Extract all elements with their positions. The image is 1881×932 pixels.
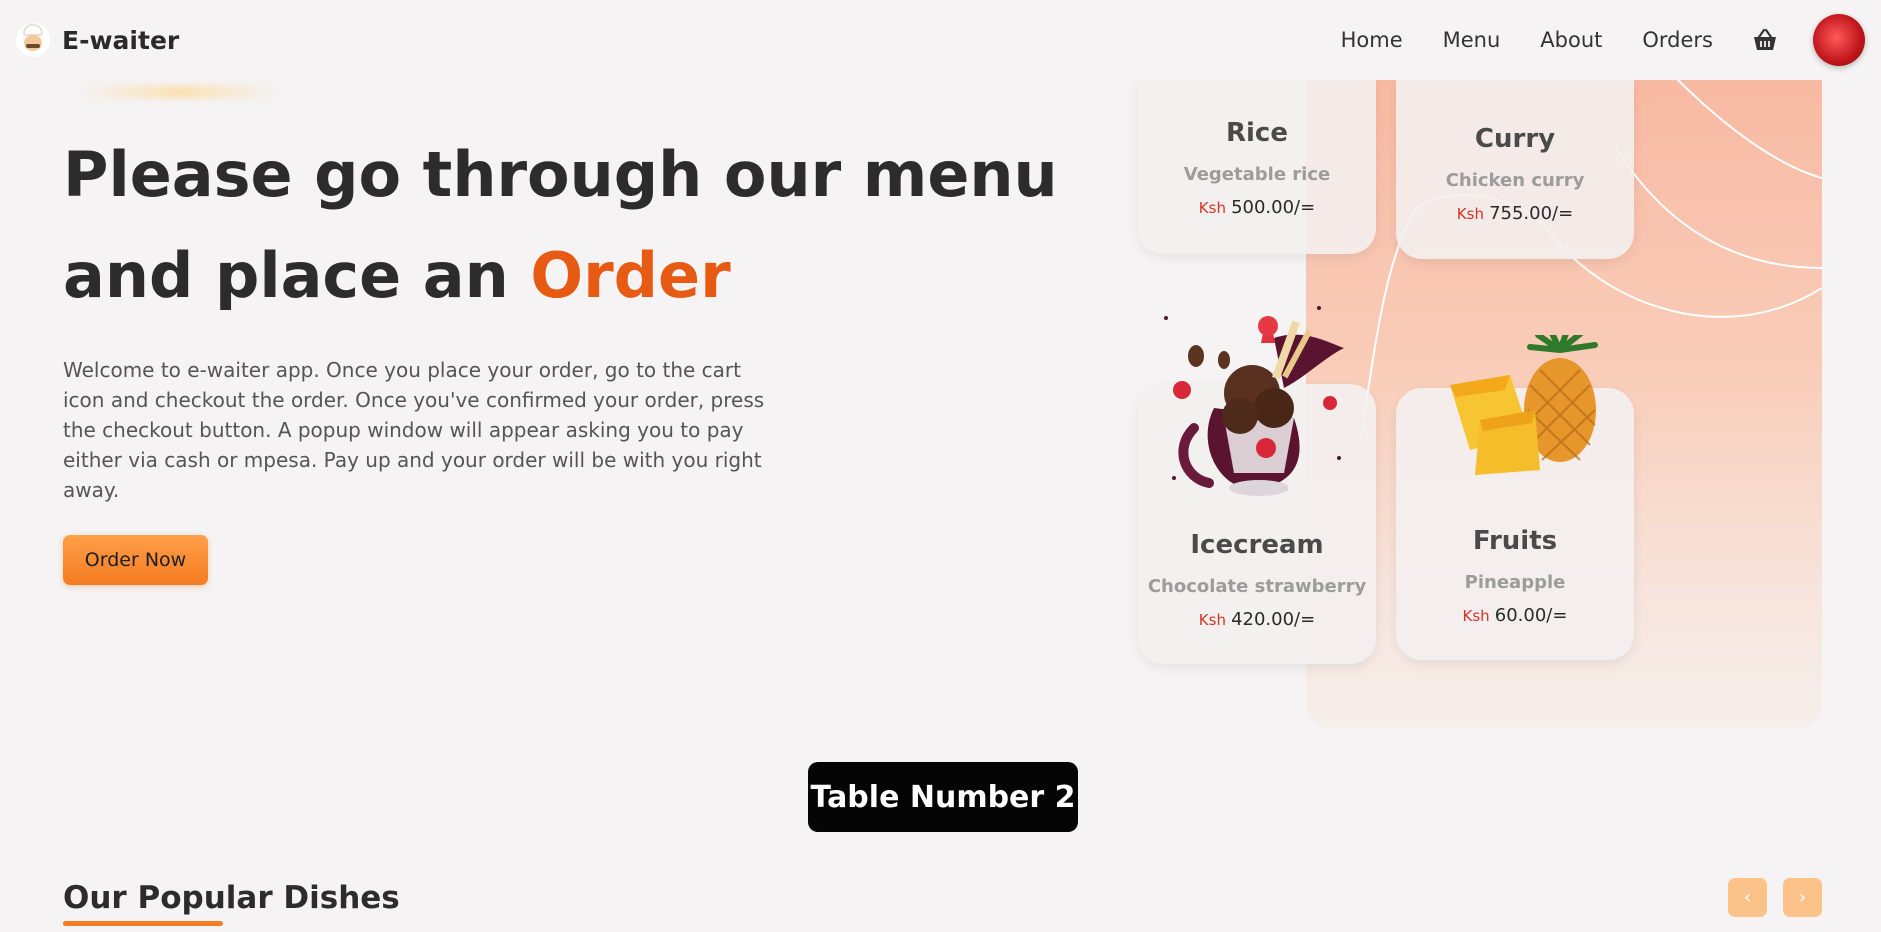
hero-description: Welcome to e-waiter app. Once you place … [63,358,765,502]
hero-title: Please go through our menu and place an … [63,124,1063,326]
card-price: Ksh 500.00/= [1138,197,1376,218]
chevron-right-icon: › [1798,887,1807,908]
card-subtitle: Chocolate strawberry [1147,576,1367,597]
card-subtitle: Vegetable rice [1183,164,1331,185]
price-amount: 420.00/= [1231,609,1316,630]
order-now-button[interactable]: Order Now [63,535,208,585]
card-title: Fruits [1472,526,1558,556]
card-price: Ksh 420.00/= [1138,609,1376,630]
card-subtitle: Pineapple [1464,572,1566,593]
card-subtitle: Chicken curry [1445,170,1585,191]
main-nav: Home Menu About Orders [1301,28,1713,52]
brand[interactable]: E-waiter [16,23,179,57]
nav-orders[interactable]: Orders [1642,28,1713,52]
top-navbar: E-waiter Home Menu About Orders [0,0,1881,80]
price-amount: 500.00/= [1231,197,1316,218]
price-currency: Ksh [1198,199,1226,217]
nav-home[interactable]: Home [1341,28,1403,52]
menu-card-curry[interactable]: Curry Chicken curry Ksh 755.00/= [1396,78,1634,259]
nav-menu[interactable]: Menu [1443,28,1501,52]
chevron-left-icon: ‹ [1743,887,1752,908]
price-amount: 60.00/= [1494,605,1568,626]
carousel-next-button[interactable]: › [1783,878,1822,917]
brand-name: E-waiter [62,25,180,55]
price-currency: Ksh [1198,611,1226,629]
card-price: Ksh 60.00/= [1396,605,1634,626]
price-currency: Ksh [1456,205,1484,223]
user-avatar[interactable] [1813,14,1865,66]
price-amount: 755.00/= [1489,203,1574,224]
card-title: Rice [1226,118,1288,148]
decorative-glow [80,86,280,98]
menu-card-rice[interactable]: Rice Vegetable rice Ksh 500.00/= [1138,78,1376,254]
icecream-image [1164,306,1344,496]
card-title: Curry [1474,124,1556,154]
card-price: Ksh 755.00/= [1396,203,1634,224]
chef-logo-icon [16,23,50,57]
nav-about[interactable]: About [1540,28,1602,52]
card-title: Icecream [1190,530,1324,560]
hero-title-accent: Order [530,239,731,312]
carousel-prev-button[interactable]: ‹ [1728,878,1767,917]
price-currency: Ksh [1462,607,1490,625]
basket-icon[interactable] [1751,28,1779,52]
popular-dishes-heading: Our Popular Dishes [63,880,400,916]
table-number-badge: Table Number 2 [808,762,1078,832]
pineapple-image [1450,335,1598,475]
heading-underline [63,921,223,926]
